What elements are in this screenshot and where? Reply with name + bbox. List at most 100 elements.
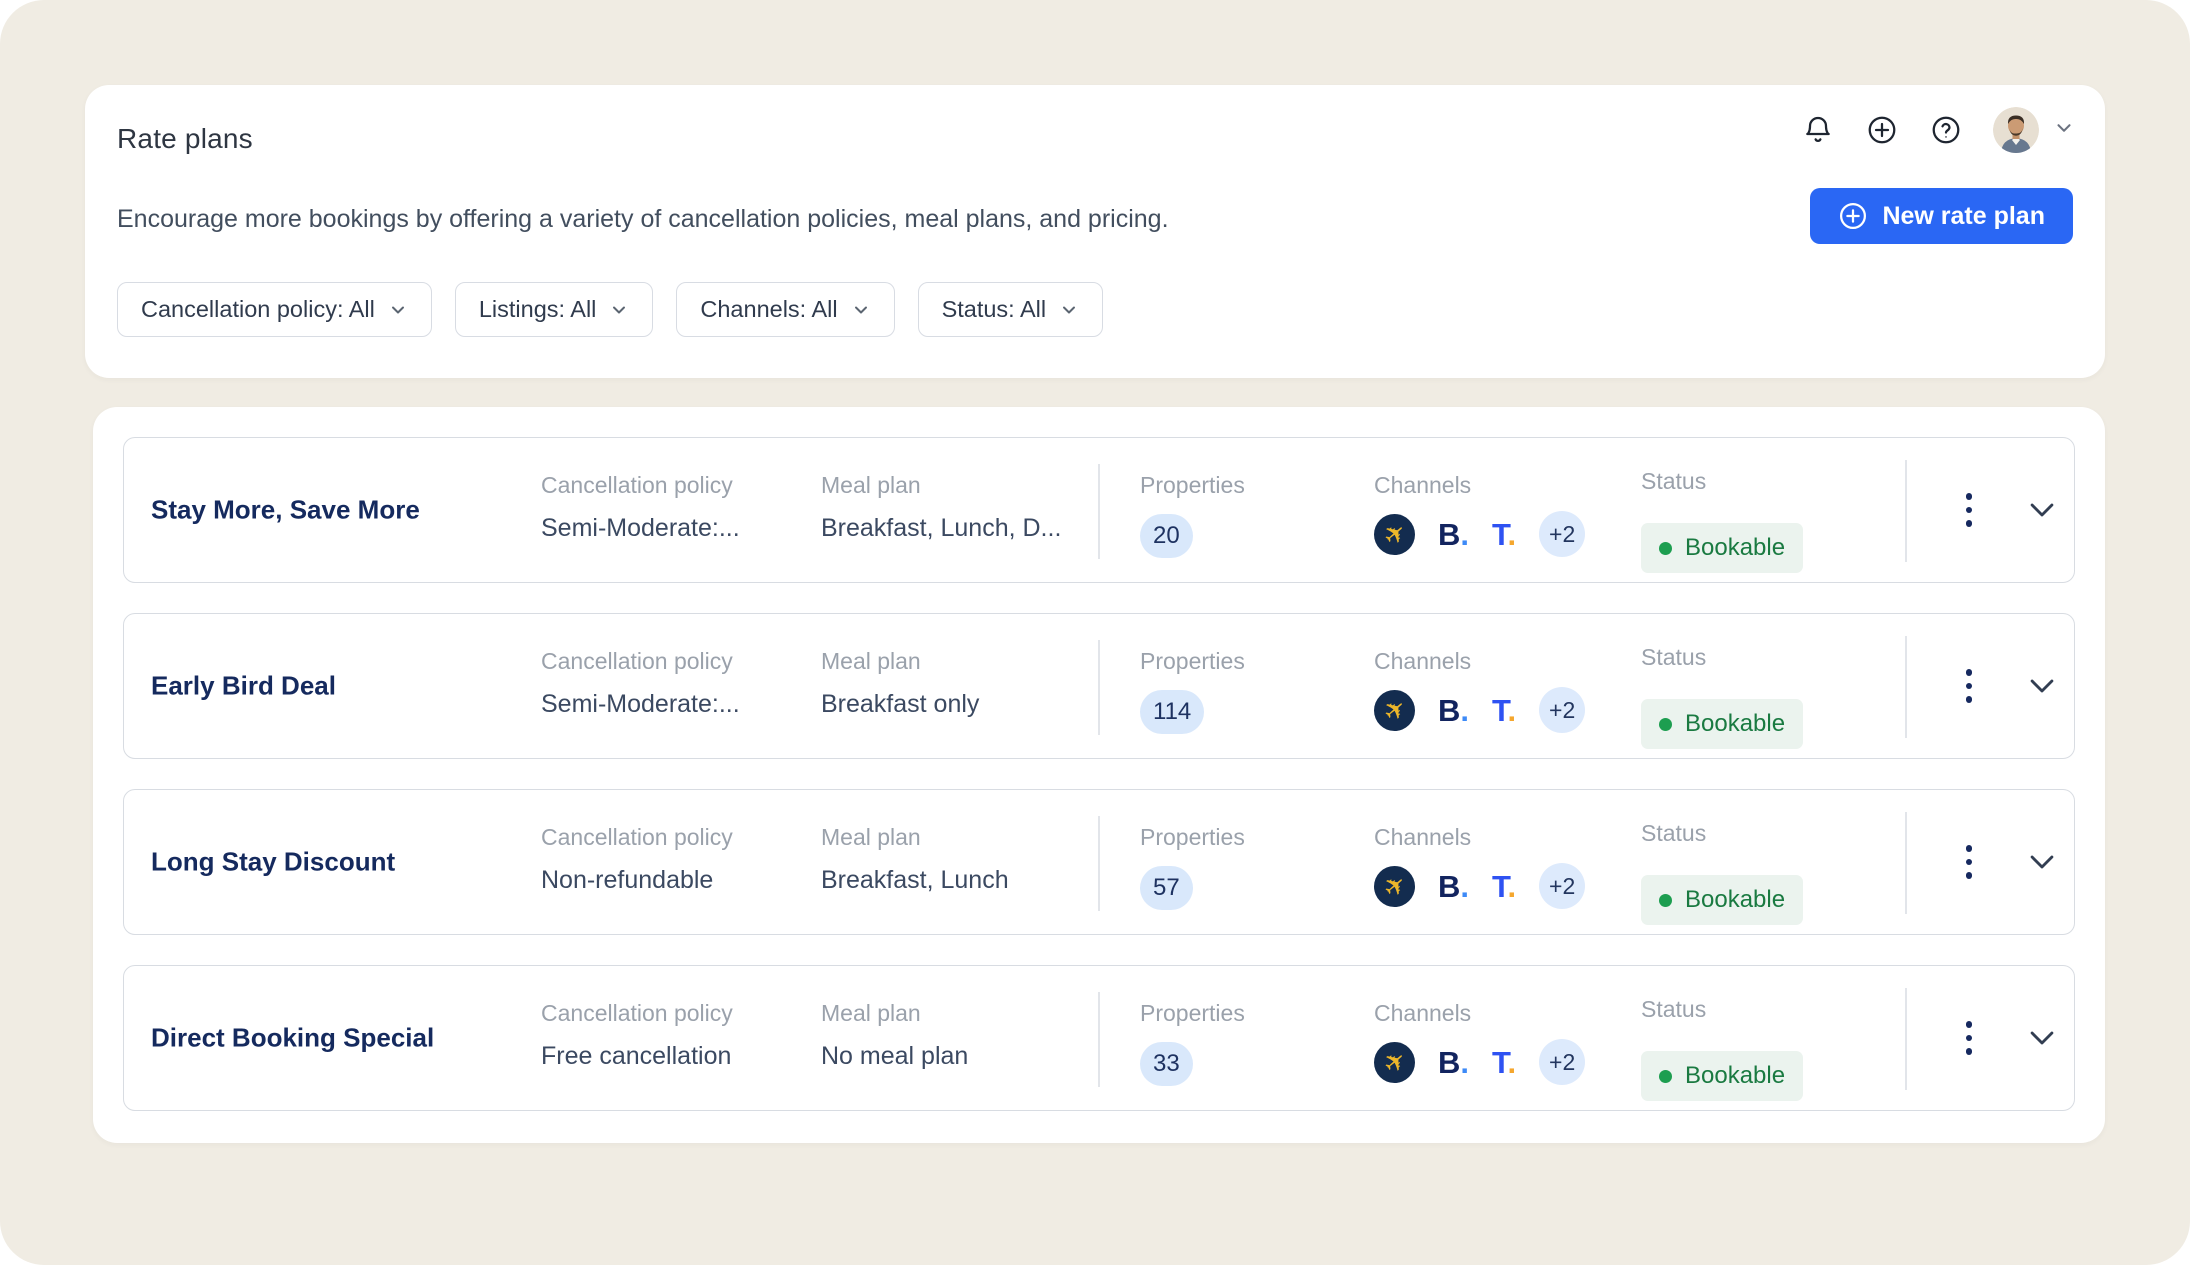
properties-cell: Properties 20 xyxy=(1140,472,1245,558)
filter-label: Listings: All xyxy=(479,296,597,323)
channels-cell: Channels ✈ B. T. +2 xyxy=(1374,472,1585,557)
rate-plan-name[interactable]: Direct Booking Special xyxy=(151,1023,434,1054)
meal-plan-value: Breakfast, Lunch xyxy=(821,866,1009,895)
more-channels-badge: +2 xyxy=(1539,511,1585,557)
booking-com-icon: B. xyxy=(1438,871,1469,902)
row-menu-kebab-icon[interactable] xyxy=(1949,1008,1989,1068)
more-channels-badge: +2 xyxy=(1539,687,1585,733)
status-badge: Bookable xyxy=(1641,523,1803,573)
actions-divider xyxy=(1905,636,1907,738)
user-menu[interactable] xyxy=(1993,107,2075,153)
chevron-down-icon xyxy=(609,300,629,320)
status-badge: Bookable xyxy=(1641,1051,1803,1101)
cancellation-policy-label: Cancellation policy xyxy=(541,1000,733,1027)
meal-plan-label: Meal plan xyxy=(821,648,979,675)
cancellation-policy-label: Cancellation policy xyxy=(541,824,733,851)
header-card: Rate plans Encourage more bookings by of… xyxy=(85,85,2105,378)
status-cell: Status Bookable xyxy=(1641,820,1803,925)
rate-plan-name[interactable]: Long Stay Discount xyxy=(151,847,395,878)
channels-label: Channels xyxy=(1374,824,1585,851)
booking-com-icon: B. xyxy=(1438,519,1469,550)
filter-listings[interactable]: Listings: All xyxy=(455,282,654,337)
status-label: Status xyxy=(1641,468,1803,495)
booking-com-icon: B. xyxy=(1438,695,1469,726)
status-dot-icon xyxy=(1659,542,1672,555)
rate-plan-row: Direct Booking Special Cancellation poli… xyxy=(123,965,2075,1111)
properties-cell: Properties 33 xyxy=(1140,1000,1245,1086)
chevron-down-icon xyxy=(1059,300,1079,320)
trip-com-icon: T. xyxy=(1492,1047,1516,1078)
chevron-down-icon[interactable] xyxy=(2053,117,2075,144)
bell-icon[interactable] xyxy=(1801,113,1835,147)
rate-plan-row: Long Stay Discount Cancellation policy N… xyxy=(123,789,2075,935)
filter-channels[interactable]: Channels: All xyxy=(676,282,894,337)
row-expand-chevron-icon[interactable] xyxy=(2022,1018,2062,1058)
cancellation-policy-value: Semi-Moderate:... xyxy=(541,690,740,719)
filter-bar: Cancellation policy: All Listings: All C… xyxy=(117,282,1103,337)
page-title: Rate plans xyxy=(117,123,253,155)
status-text: Bookable xyxy=(1685,710,1785,738)
channels-cell: Channels ✈ B. T. +2 xyxy=(1374,648,1585,733)
plus-circle-icon xyxy=(1838,201,1868,231)
filter-cancellation-policy[interactable]: Cancellation policy: All xyxy=(117,282,432,337)
meal-plan-label: Meal plan xyxy=(821,1000,968,1027)
row-expand-chevron-icon[interactable] xyxy=(2022,666,2062,706)
channels-cell: Channels ✈ B. T. +2 xyxy=(1374,1000,1585,1085)
booking-com-icon: B. xyxy=(1438,1047,1469,1078)
trip-com-icon: T. xyxy=(1492,695,1516,726)
cancellation-policy-value: Free cancellation xyxy=(541,1042,733,1071)
channels-cell: Channels ✈ B. T. +2 xyxy=(1374,824,1585,909)
expedia-icon: ✈ xyxy=(1374,1042,1415,1083)
properties-label: Properties xyxy=(1140,472,1245,499)
chevron-down-icon xyxy=(851,300,871,320)
channels-label: Channels xyxy=(1374,472,1585,499)
row-menu-kebab-icon[interactable] xyxy=(1949,480,1989,540)
row-expand-chevron-icon[interactable] xyxy=(2022,842,2062,882)
cancellation-policy-cell: Cancellation policy Free cancellation xyxy=(541,1000,733,1071)
actions-divider xyxy=(1905,988,1907,1090)
page-subtitle: Encourage more bookings by offering a va… xyxy=(117,205,1169,234)
help-circle-icon[interactable] xyxy=(1929,113,1963,147)
rate-plan-row: Stay More, Save More Cancellation policy… xyxy=(123,437,2075,583)
cancellation-policy-label: Cancellation policy xyxy=(541,648,740,675)
meal-plan-label: Meal plan xyxy=(821,472,1061,499)
properties-cell: Properties 114 xyxy=(1140,648,1245,734)
status-label: Status xyxy=(1641,820,1803,847)
properties-count-badge: 20 xyxy=(1140,514,1193,558)
rate-plan-name[interactable]: Early Bird Deal xyxy=(151,671,336,702)
filter-label: Status: All xyxy=(942,296,1047,323)
column-divider xyxy=(1098,464,1100,559)
rate-plan-name[interactable]: Stay More, Save More xyxy=(151,495,420,526)
status-badge: Bookable xyxy=(1641,699,1803,749)
status-label: Status xyxy=(1641,644,1803,671)
rate-plan-table: Stay More, Save More Cancellation policy… xyxy=(93,407,2105,1143)
trip-com-icon: T. xyxy=(1492,519,1516,550)
column-divider xyxy=(1098,640,1100,735)
status-cell: Status Bookable xyxy=(1641,996,1803,1101)
status-badge: Bookable xyxy=(1641,875,1803,925)
status-cell: Status Bookable xyxy=(1641,468,1803,573)
status-cell: Status Bookable xyxy=(1641,644,1803,749)
properties-count-badge: 33 xyxy=(1140,1042,1193,1086)
row-menu-kebab-icon[interactable] xyxy=(1949,832,1989,892)
trip-com-icon: T. xyxy=(1492,871,1516,902)
row-expand-chevron-icon[interactable] xyxy=(2022,490,2062,530)
actions-divider xyxy=(1905,460,1907,562)
status-text: Bookable xyxy=(1685,1062,1785,1090)
cancellation-policy-cell: Cancellation policy Non-refundable xyxy=(541,824,733,895)
user-avatar[interactable] xyxy=(1993,107,2039,153)
new-rate-plan-button[interactable]: New rate plan xyxy=(1810,188,2073,244)
status-text: Bookable xyxy=(1685,886,1785,914)
plus-circle-icon[interactable] xyxy=(1865,113,1899,147)
more-channels-badge: +2 xyxy=(1539,1039,1585,1085)
meal-plan-value: Breakfast, Lunch, D... xyxy=(821,514,1061,543)
expedia-icon: ✈ xyxy=(1374,690,1415,731)
expedia-icon: ✈ xyxy=(1374,514,1415,555)
row-menu-kebab-icon[interactable] xyxy=(1949,656,1989,716)
filter-status[interactable]: Status: All xyxy=(918,282,1104,337)
properties-cell: Properties 57 xyxy=(1140,824,1245,910)
chevron-down-icon xyxy=(388,300,408,320)
rate-plans-page: Rate plans Encourage more bookings by of… xyxy=(0,0,2190,1265)
new-rate-plan-label: New rate plan xyxy=(1882,202,2045,231)
cancellation-policy-value: Semi-Moderate:... xyxy=(541,514,740,543)
